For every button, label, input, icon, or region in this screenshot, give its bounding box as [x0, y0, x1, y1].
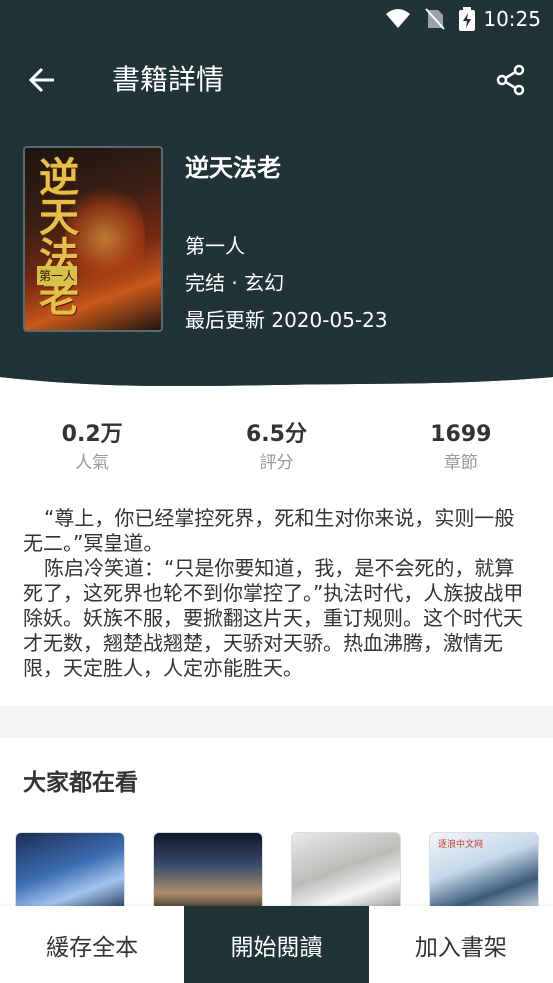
- stat-value: 6.5分: [246, 422, 307, 447]
- header-wave: [0, 355, 553, 405]
- app-bar: 書籍詳情: [0, 40, 553, 122]
- stat-label: 人氣: [75, 453, 110, 473]
- section-divider: [0, 706, 553, 738]
- stat-label: 章節: [443, 453, 478, 473]
- recommend-book-cover[interactable]: [291, 832, 401, 914]
- bottom-action-bar: 緩存全本 開始閱讀 加入書架: [0, 906, 553, 983]
- book-title: 逆天法老: [185, 154, 281, 182]
- book-author[interactable]: 第一人: [185, 230, 245, 259]
- start-reading-button[interactable]: 開始閱讀: [184, 906, 369, 983]
- book-status-genre: 完结 · 玄幻: [185, 271, 285, 295]
- recommend-book-cover[interactable]: 逐浪中文网: [429, 832, 539, 914]
- stat-value: 1699: [430, 422, 492, 447]
- cover-publisher-tag: 逐浪中文网: [438, 840, 484, 850]
- cover-title: 逆天法老: [32, 156, 78, 316]
- add-to-shelf-button[interactable]: 加入書架: [369, 906, 553, 983]
- recommend-title: 大家都在看: [23, 770, 138, 796]
- recommend-book-cover[interactable]: [15, 832, 125, 914]
- share-icon[interactable]: [493, 62, 529, 98]
- cache-all-button[interactable]: 緩存全本: [0, 906, 184, 983]
- stat-label: 評分: [259, 453, 294, 473]
- recommend-book-cover[interactable]: [153, 832, 263, 914]
- page-title: 書籍詳情: [112, 63, 225, 96]
- book-last-updated: 最后更新 2020-05-23: [185, 308, 388, 332]
- book-stats: 0.2万 人氣 6.5分 評分 1699 章節: [0, 420, 553, 490]
- description-paragraph: 陈启冷笑道：“只是你要知道，我，是不会死的，就算死了，这死界也轮不到你掌控了。”…: [23, 556, 524, 680]
- battery-charging-icon: [459, 7, 475, 31]
- status-time: 10:25: [483, 7, 541, 31]
- no-sim-icon: [425, 7, 445, 31]
- book-cover[interactable]: 逆天法老 第一人: [23, 146, 163, 332]
- wifi-icon: [385, 8, 411, 30]
- status-bar: 10:25: [0, 0, 553, 40]
- stat-chapters[interactable]: 1699 章節: [369, 420, 553, 490]
- book-description[interactable]: “尊上，你已经掌控死界，死和生对你来说，实则一般无二。”冥皇道。 陈启冷笑道：“…: [23, 506, 530, 681]
- description-paragraph: “尊上，你已经掌控死界，死和生对你来说，实则一般无二。”冥皇道。: [23, 506, 515, 555]
- stat-value: 0.2万: [61, 422, 123, 447]
- stat-rating: 6.5分 評分: [184, 420, 368, 490]
- cover-author: 第一人: [37, 266, 78, 285]
- stat-popularity: 0.2万 人氣: [0, 420, 184, 490]
- back-arrow-icon[interactable]: [24, 60, 64, 100]
